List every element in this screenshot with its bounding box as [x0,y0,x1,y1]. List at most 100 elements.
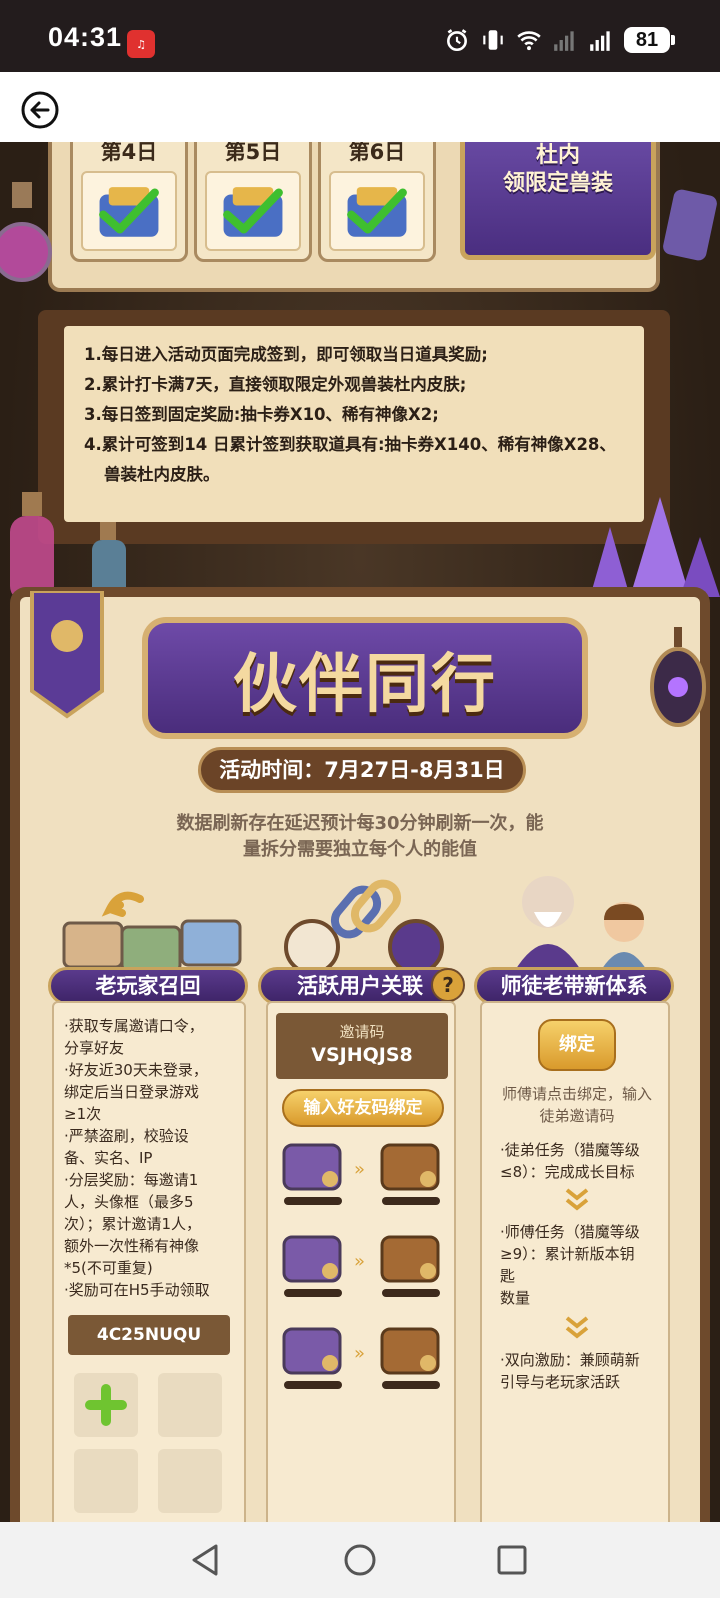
crystal-cluster-icon [590,497,720,597]
master-apprentice-icon [514,876,648,972]
webview-content: 第4日 第5日 第6日 杜内 领限定兽装 1.每日进入活动页面完成签到，即可领取… [0,142,720,1522]
reward-image [205,171,301,251]
event-section: 伙伴同行 活动时间：7月27日-8月31日 数据刷新存在延迟预计每30分钟刷新一… [10,587,710,1522]
event-title: 伙伴同行 [233,648,497,722]
recall-line: ·分层奖励：每邀请1 [64,1171,199,1189]
chevron-down-icon [565,1316,589,1339]
task-line: ≤8）：完成成长目标 [500,1163,635,1181]
back-arrow-icon[interactable] [20,90,60,130]
header-mentor-system: 师徒老带新体系 [474,967,674,1005]
rule-item-2: 2.累计打卡满7天，直接领取限定外观兽装杜内皮肤; [84,375,467,394]
rules-paper: 1.每日进入活动页面完成签到，即可领取当日道具奖励; 2.累计打卡满7天，直接领… [64,326,644,522]
header-active-link-label: 活跃用户关联 [297,974,423,998]
svg-text:»: » [354,1343,365,1364]
status-icons: 81 [444,27,675,53]
column-active-link: 邀请码 VSJHQJS8 输入好友码绑定 » » » [266,1001,456,1522]
recall-line: ·获取专属邀请口令， [64,1017,204,1035]
skin-caption: 领限定兽装 [502,171,613,196]
recall-rules: ·获取专属邀请口令， 分享好友 ·好友近30天未登录， 绑定后当日登录游戏 ≥1… [64,1015,210,1301]
task-line: 数量 [500,1289,531,1307]
svg-text:»: » [354,1159,365,1180]
day-card-4[interactable]: 第4日 [70,142,188,262]
app-notification-icon: ♫ [127,30,155,58]
recents-square-icon[interactable] [494,1542,530,1578]
potion-icon [0,182,52,282]
status-time: 04:31 [48,22,123,52]
home-circle-icon[interactable] [342,1542,378,1578]
friend-slot[interactable] [158,1373,222,1437]
column-veteran-recall: ·获取专属邀请口令， 分享好友 ·好友近30天未登录， 绑定后当日登录游戏 ≥1… [52,1001,246,1522]
chest-row: » [282,1235,440,1297]
back-triangle-icon[interactable] [188,1542,224,1578]
checkin-calendar: 第4日 第5日 第6日 杜内 领限定兽装 [48,142,660,292]
rule-item-4-cont: 兽装杜内皮肤。 [104,465,220,484]
day-label: 第4日 [100,142,158,164]
task-line: ·双向激励：兼顾萌新 [500,1351,640,1369]
skin-reward-card[interactable]: 杜内 领限定兽装 [460,142,656,260]
column-mentor-system: 绑定 师傅请点击绑定，输入 徒弟邀请码 ·徒弟任务（猎魔等级 ≤8）：完成成长目… [480,1001,670,1522]
recall-line: 绑定后当日登录游戏 [64,1083,200,1101]
reward-image [329,171,425,251]
chest-rewards: » » » [282,1143,440,1389]
lantern-icon [650,627,706,727]
master-task: ·师傅任务（猎魔等级 ≥9）：累计新版本钥 匙 数量 [500,1221,640,1309]
invite-code-value: VSJHQJS8 [311,1044,413,1066]
vibrate-icon [483,30,503,50]
chevron-down-icon [565,1188,589,1211]
rule-item-3: 3.每日签到固定奖励:抽卡券X10、稀有神像X2; [84,405,439,424]
day-card-6[interactable]: 第6日 [318,142,436,262]
task-line: ≥9）：累计新版本钥 [500,1245,635,1263]
alarm-icon [447,29,467,52]
link-users-icon [284,879,444,975]
apprentice-task: ·徒弟任务（猎魔等级 ≤8）：完成成长目标 [500,1139,640,1183]
potion-bottles-icon [10,492,126,602]
navigation-bar [0,72,720,142]
chest-row: » [282,1143,440,1205]
wifi-icon [517,31,541,51]
invite-code-label: 邀请码 [339,1023,385,1041]
friends-avatars-icon [62,891,242,967]
header-active-link: 活跃用户关联 ? [258,967,465,1005]
svg-text:»: » [354,1251,365,1272]
refresh-note-line2: 量拆分需要独立每个人的能值 [243,839,477,860]
task-line: ·徒弟任务（猎魔等级 [500,1141,640,1159]
status-bar: 04:31 ♫ 81 [0,0,720,72]
task-line: ·师傅任务（猎魔等级 [500,1223,640,1241]
recall-line: 备、实名、IP [64,1149,153,1167]
checkmark-icon [347,187,407,237]
rule-item-1: 1.每日进入活动页面完成签到，即可领取当日道具奖励; [84,345,488,364]
system-navigation-bar [0,1522,720,1598]
rune-stone-icon [663,189,717,261]
add-friend-slot[interactable] [74,1373,138,1437]
recall-line: 额外一次性稀有神像 [64,1237,200,1255]
day-card-5[interactable]: 第5日 [194,142,312,262]
invite-code-box[interactable]: 邀请码 VSJHQJS8 [276,1013,448,1079]
mentor-hint: 师傅请点击绑定，输入 徒弟邀请码 [482,1083,672,1127]
event-title-banner: 伙伴同行 [142,617,588,739]
day-label: 第5日 [224,142,282,164]
header-veteran-recall: 老玩家召回 [48,967,248,1005]
reward-image [81,171,177,251]
recall-line: ≥1次 [64,1105,102,1123]
friend-slot[interactable] [74,1449,138,1513]
task-line: 匙 [500,1267,516,1285]
friend-slot[interactable] [158,1449,222,1513]
help-icon[interactable]: ? [431,968,465,1002]
signal-icon-1 [554,31,574,51]
recall-line: ·严禁盗刷，校验设 [64,1127,189,1145]
mentor-hint-line: 徒弟邀请码 [539,1107,615,1125]
chest-row: » [282,1327,440,1389]
day-label: 第6日 [348,142,406,164]
recall-code[interactable]: 4C25NUQU [68,1315,230,1355]
refresh-note-line1: 数据刷新存在延迟预计每30分钟刷新一次，能 [176,813,544,834]
task-line: 引导与老玩家活跃 [500,1373,621,1391]
mentor-bind-button[interactable]: 绑定 [538,1019,616,1071]
rule-item-4: 4.累计可签到14 日累计签到获取道具有:抽卡券X140、稀有神像X28、 [84,435,616,454]
banner-flag-icon [30,591,104,719]
recall-line: *5(不可重复) [64,1259,153,1277]
recall-line: ·好友近30天未登录， [64,1061,208,1079]
recall-line: 次）；累计邀请1人， [64,1215,202,1233]
plus-icon [85,1384,127,1426]
enter-friend-code-button[interactable]: 输入好友码绑定 [282,1089,444,1127]
mentor-hint-line: 师傅请点击绑定，输入 [501,1085,652,1103]
